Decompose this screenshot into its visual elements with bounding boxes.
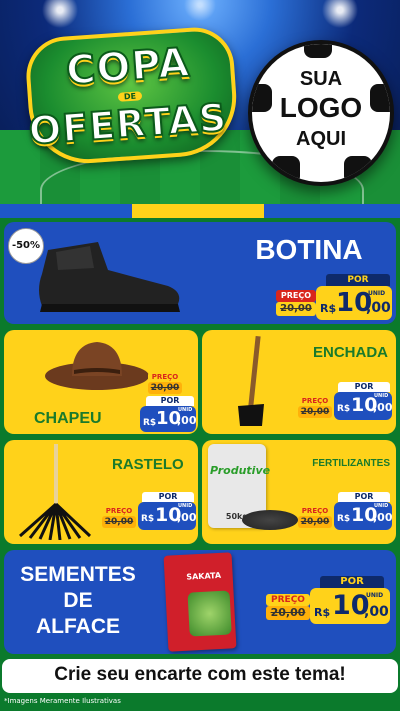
old-price: 20,00 — [148, 382, 182, 394]
product-name: SEMENTES DE ALFACE — [20, 563, 136, 638]
hero-banner: COPA DE OFERTAS SUA LOGO AQUI — [0, 0, 400, 205]
por-label: POR — [326, 274, 390, 286]
rake-image — [19, 444, 92, 540]
product-card-rastelo: RASTELO POR PREÇO 20,00 R$ 10 ,00 UNID — [4, 440, 198, 544]
new-price: R$ 10 ,00 UNID — [138, 502, 197, 530]
logo-placeholder-line2: LOGO — [279, 92, 363, 123]
discount-badge: -50% — [8, 228, 44, 264]
hoe-image — [238, 336, 264, 426]
old-price: 20,00 — [276, 302, 316, 316]
old-price: 20,00 — [298, 516, 332, 528]
price-tag: POR PREÇO 20,00 R$ 10 ,00 UNID — [298, 490, 394, 534]
por-label: POR — [338, 492, 390, 502]
price-tag: POR PREÇO 20,00 R$ 10 ,00 UNID — [102, 490, 198, 534]
disclaimer: *Imagens Meramente Ilustrativas — [4, 697, 121, 705]
product-name: FERTILIZANTES — [312, 458, 390, 469]
boot-image — [39, 242, 180, 312]
product-card-chapeu: CHAPEU PREÇO 20,00 POR R$ 10 ,00 UNID — [4, 330, 198, 434]
new-price: R$ 10 ,00 UNID — [334, 392, 393, 420]
product-card-enchada: ENCHADA POR PREÇO 20,00 R$ 10 ,00 UNID — [202, 330, 396, 434]
new-price: R$ 10 ,00 UNID — [140, 406, 197, 432]
product-card-botina: BOTINA POR PREÇO 20,00 R$ 10 ,00 UNID — [4, 222, 396, 324]
new-price: R$ 10 ,00 UNID — [310, 588, 390, 624]
por-label: POR — [320, 576, 384, 588]
price-tag: POR PREÇO 20,00 R$ 10 ,00 UNID — [274, 274, 394, 322]
old-price: 20,00 — [102, 516, 136, 528]
por-label: POR — [142, 492, 194, 502]
new-price: R$ 10 ,00 UNID — [316, 286, 392, 320]
seed-packet-image: SAKATA — [163, 552, 237, 652]
new-price: R$ 10 ,00 UNID — [334, 502, 393, 530]
product-name: CHAPEU — [34, 410, 102, 427]
color-stripe — [0, 204, 400, 218]
preco-label: PREÇO — [266, 594, 310, 606]
product-card-fertilizantes: Produtive 50kg FERTILIZANTES POR PREÇO 2… — [202, 440, 396, 544]
preco-label: PREÇO — [298, 506, 332, 516]
preco-label: PREÇO — [148, 372, 182, 382]
preco-label: PREÇO — [298, 396, 332, 406]
product-card-sementes: SEMENTES DE ALFACE SAKATA POR PREÇO 20,0… — [4, 550, 396, 654]
price-tag: POR PREÇO 20,00 R$ 10 ,00 UNID — [298, 380, 394, 424]
cta-text: Crie seu encarte com este tema! — [54, 664, 346, 685]
price-tag: POR PREÇO 20,00 R$ 10 ,00 UNID — [264, 576, 392, 626]
por-label: POR — [338, 382, 390, 392]
cta-banner: Crie seu encarte com este tema! — [2, 659, 398, 693]
preco-label: PREÇO — [276, 290, 316, 302]
product-name: BOTINA — [255, 234, 363, 265]
old-price: 20,00 — [298, 406, 332, 418]
logo-placeholder-line3: AQUI — [296, 128, 346, 150]
product-name: RASTELO — [112, 456, 184, 473]
hat-image — [45, 342, 149, 390]
logo-placeholder-ball: SUA LOGO AQUI — [248, 40, 394, 186]
por-label: POR — [146, 396, 194, 406]
product-name: ENCHADA — [313, 344, 388, 361]
copa-de-ofertas-logo: COPA DE OFERTAS — [23, 24, 241, 168]
price-tag: PREÇO 20,00 POR R$ 10 ,00 UNID — [140, 372, 198, 432]
preco-label: PREÇO — [102, 506, 136, 516]
logo-placeholder-line1: SUA — [299, 68, 343, 90]
fertilizer-granules — [242, 510, 298, 530]
old-price: 20,00 — [266, 606, 310, 620]
